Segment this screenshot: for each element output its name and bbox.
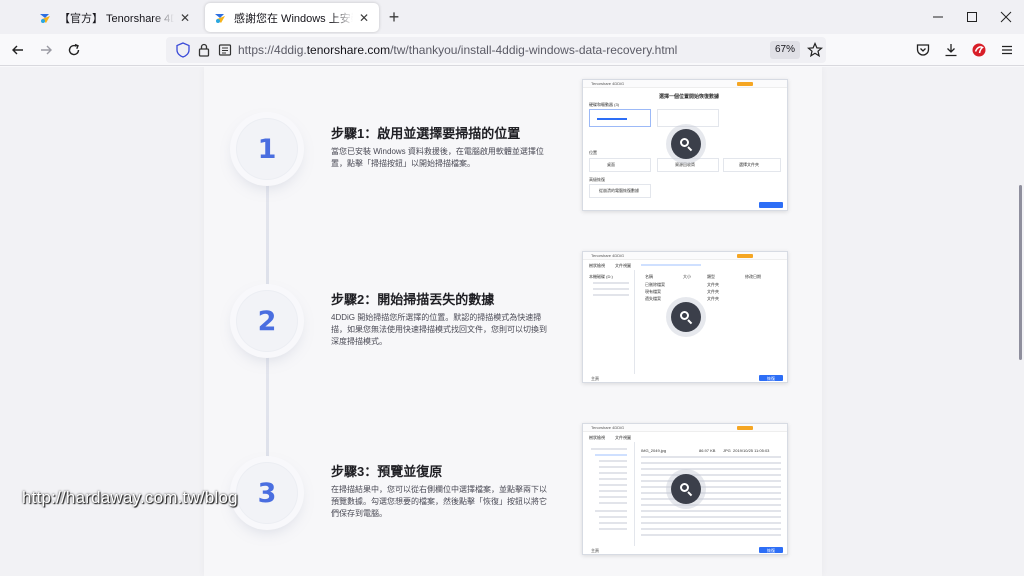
tab-title: 感謝您在 Windows 上安裝 Tenorshare xyxy=(234,12,353,25)
file-row: 已刪除檔案 xyxy=(645,282,665,287)
tab-close-icon[interactable]: ✕ xyxy=(178,11,192,25)
step-title: 步驟1：啟用並選擇要掃描的位置 xyxy=(331,126,521,141)
close-window-icon[interactable] xyxy=(997,8,1015,26)
file-date: 2019/10/25 11:05:03 xyxy=(733,448,770,453)
screen-section-label: 高級恢復 xyxy=(589,177,605,182)
pocket-icon[interactable] xyxy=(914,41,932,59)
navigation-bar: https://4ddig.tenorshare.com/tw/thankyou… xyxy=(0,34,1024,66)
timeline-connector xyxy=(266,353,269,465)
timeline-connector xyxy=(266,181,269,293)
minimize-icon[interactable] xyxy=(929,8,947,26)
step-screenshot-scanning: Tenorshare 4DDiG 樹狀檢視 文件視圖 本機磁碟 (D:) 名稱 … xyxy=(582,251,788,383)
watermark-text: http://hardaway.com.tw/blog xyxy=(22,488,238,507)
file-type: JPG xyxy=(723,448,731,453)
step-screenshot-select-location: Tenorshare 4DDiG 選擇一個位置開始恢復數據 硬碟和驅動器 (3)… xyxy=(582,79,788,211)
file-type: 文件夾 xyxy=(707,282,719,287)
home-button: 主頁 xyxy=(591,548,599,553)
step-screenshot-preview-recover: Tenorshare 4DDiG 樹狀檢視 文件視圖 IMG_2049.jpg … xyxy=(582,423,788,555)
tree-root: 本機磁碟 (D:) xyxy=(589,274,613,279)
tab-thankyou[interactable]: 感謝您在 Windows 上安裝 Tenorshare ✕ xyxy=(205,3,379,32)
screen-heading: 選擇一個位置開始恢復數據 xyxy=(659,94,720,100)
location-option: 資源回收筒 xyxy=(675,162,695,167)
home-button: 主頁 xyxy=(591,376,599,381)
view-tab: 文件視圖 xyxy=(615,263,631,268)
address-bar[interactable]: https://4ddig.tenorshare.com/tw/thankyou… xyxy=(166,37,826,63)
back-icon[interactable] xyxy=(9,41,27,59)
step-number: 2 xyxy=(257,305,277,337)
file-row: 遺失檔案 xyxy=(645,296,661,301)
app-brand: Tenorshare 4DDiG xyxy=(591,81,625,86)
view-tab: 樹狀檢視 xyxy=(589,263,605,268)
location-option: 選擇文件夾 xyxy=(739,162,759,167)
step-number-badge: 1 xyxy=(236,118,298,180)
tab-tenorshare-official[interactable]: 【官方】 Tenorshare 4DDiG Windows ✕ xyxy=(30,3,200,32)
column-header: 名稱 xyxy=(645,274,653,279)
zoom-level-badge[interactable]: 67% xyxy=(770,41,800,59)
view-tab: 文件視圖 xyxy=(615,435,631,440)
screen-section-label: 硬碟和驅動器 (3) xyxy=(589,102,619,107)
view-tab: 樹狀檢視 xyxy=(589,435,605,440)
file-name: IMG_2049.jpg xyxy=(641,448,667,453)
step-title: 步驟3：預覽並復原 xyxy=(331,464,443,479)
column-header: 修改日期 xyxy=(745,274,761,279)
recover-button: 恢復 xyxy=(767,376,775,381)
file-row: 現有檔案 xyxy=(645,289,661,294)
app-brand: Tenorshare 4DDiG xyxy=(591,253,625,258)
reload-icon[interactable] xyxy=(65,41,83,59)
menu-icon[interactable] xyxy=(998,41,1016,59)
file-type: 文件夾 xyxy=(707,296,719,301)
column-header: 類型 xyxy=(707,274,715,279)
magnifier-icon xyxy=(671,474,701,504)
upgrade-badge xyxy=(737,82,753,86)
page-scrollbar[interactable] xyxy=(1019,185,1022,360)
tenorshare-favicon-icon xyxy=(213,11,227,25)
url-path: /tw/thankyou/install-4ddig-windows-data-… xyxy=(390,43,678,57)
url-text[interactable]: https://4ddig.tenorshare.com/tw/thankyou… xyxy=(238,43,677,57)
step-description: 當您已安裝 Windows 資料救援後，在電腦啟用軟體並選擇位置，點擊「掃描按鈕… xyxy=(331,147,544,168)
step-number: 3 xyxy=(257,477,277,509)
url-domain: tenorshare.com xyxy=(306,43,391,57)
tab-strip: 【官方】 Tenorshare 4DDiG Windows ✕ 感謝您在 Win… xyxy=(0,0,1024,34)
extension-icon[interactable] xyxy=(970,41,988,59)
location-option: 桌面 xyxy=(607,162,615,167)
forward-icon[interactable] xyxy=(37,41,55,59)
reader-mode-icon[interactable] xyxy=(216,41,234,59)
step-number-badge: 2 xyxy=(236,290,298,352)
step-title: 步驟2：開始掃描丟失的數據 xyxy=(331,292,495,307)
file-type: 文件夾 xyxy=(707,289,719,294)
magnifier-icon xyxy=(671,129,701,159)
tab-close-icon[interactable]: ✕ xyxy=(357,11,371,25)
recover-button: 恢復 xyxy=(767,548,775,553)
upgrade-badge xyxy=(737,426,753,430)
upgrade-badge xyxy=(737,254,753,258)
column-header: 大小 xyxy=(683,274,691,279)
tenorshare-favicon-icon xyxy=(38,11,52,25)
step-number: 1 xyxy=(257,133,277,165)
new-tab-button[interactable]: + xyxy=(385,8,403,26)
screen-section-label: 位置 xyxy=(589,150,597,155)
url-prefix: https://4ddig. xyxy=(238,43,307,57)
step-number-badge: 3 xyxy=(236,462,298,524)
magnifier-icon xyxy=(671,302,701,332)
app-brand: Tenorshare 4DDiG xyxy=(591,425,625,430)
file-size: 86.97 KB xyxy=(699,448,716,453)
step-description: 在掃描結果中，您可以從右側欄位中選擇檔案，並點擊兩下以預覽數據。勾選您想要的檔案… xyxy=(331,485,547,518)
star-icon[interactable] xyxy=(806,41,824,59)
download-icon[interactable] xyxy=(942,41,960,59)
maximize-icon[interactable] xyxy=(963,8,981,26)
tab-title: 【官方】 Tenorshare 4DDiG Windows xyxy=(59,12,174,25)
shield-icon[interactable] xyxy=(174,41,192,59)
lock-icon[interactable] xyxy=(195,41,213,59)
step-description: 4DDiG 開始掃描您所選擇的位置。默認的掃描模式為快速掃描，如果您無法使用快速… xyxy=(331,313,547,346)
advanced-option: 從崩潰的電腦恢復數據 xyxy=(599,188,639,193)
